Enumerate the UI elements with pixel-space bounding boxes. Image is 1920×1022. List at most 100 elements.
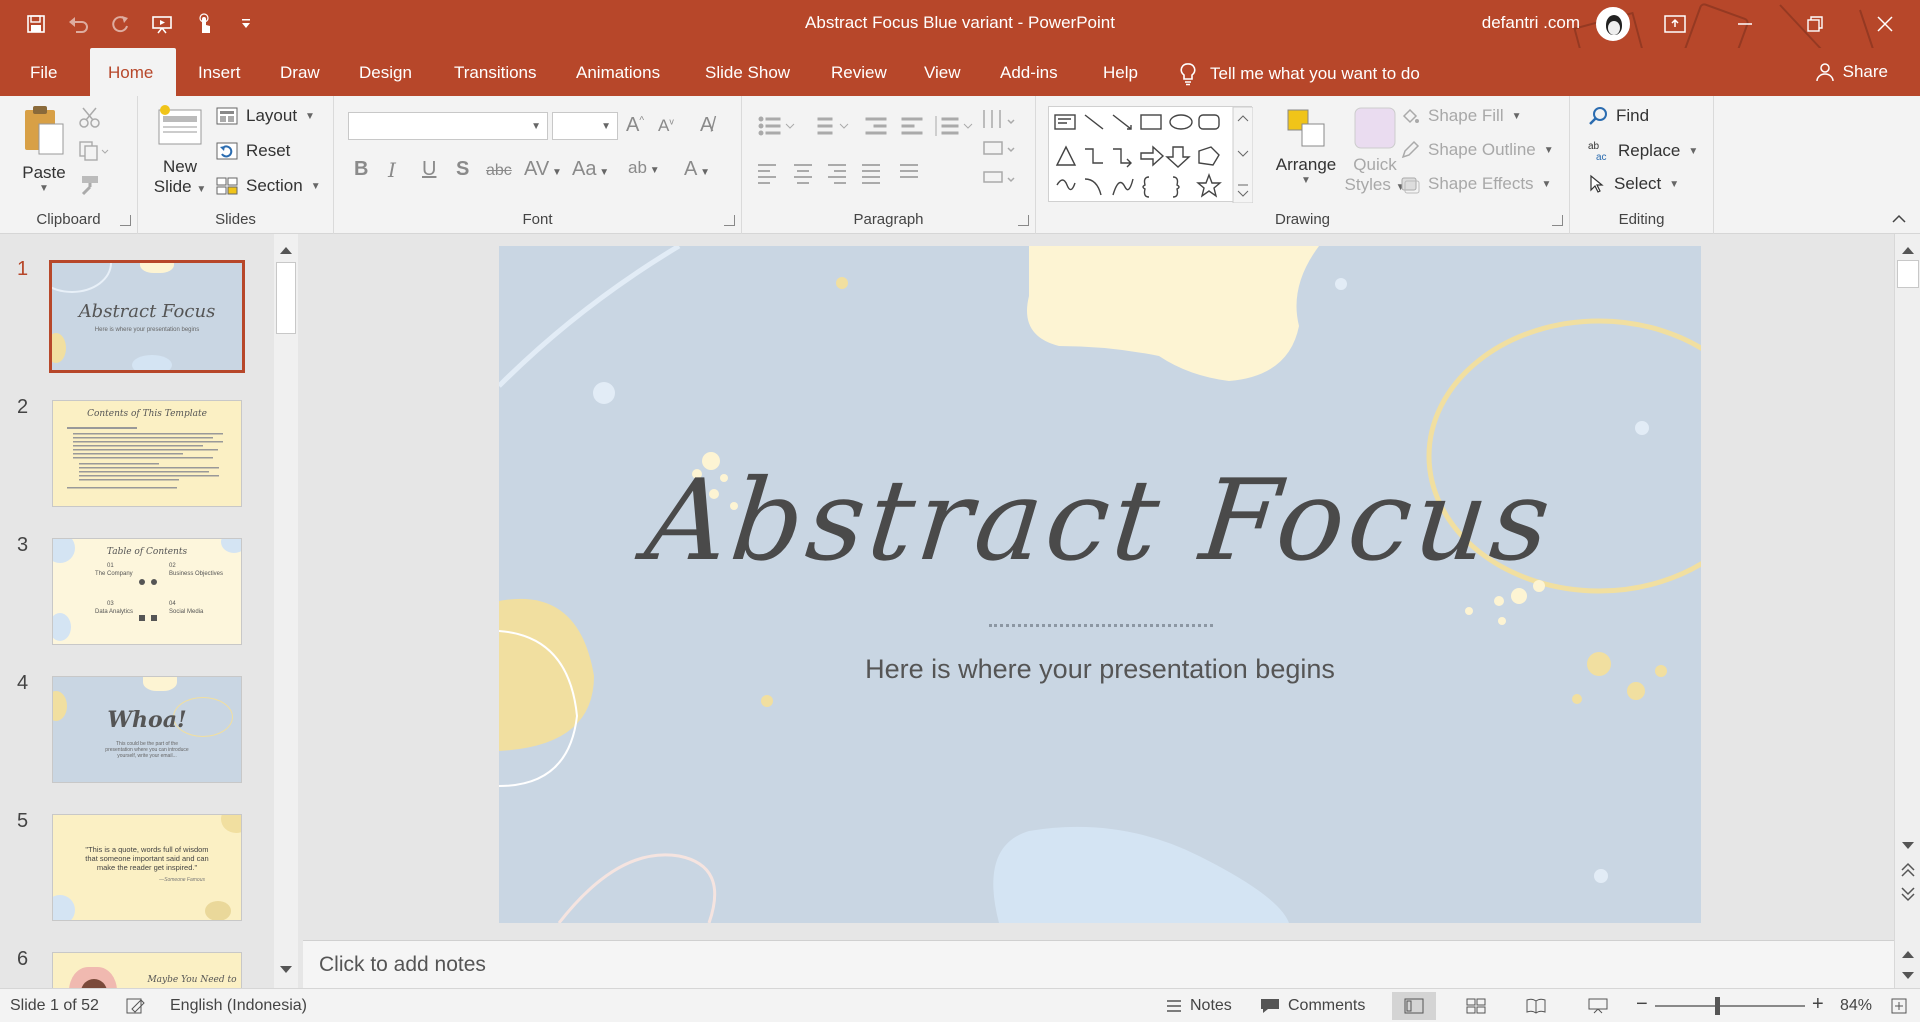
zoom-out-icon[interactable]: − [1636, 993, 1648, 1016]
font-name-combo[interactable]: ▼ [348, 112, 548, 140]
slide-thumbnail-4[interactable]: Whoa! This could be the part of the pres… [52, 676, 242, 783]
language-indicator[interactable]: English (Indonesia) [170, 997, 307, 1015]
account-name[interactable]: defantri .com [1482, 13, 1580, 33]
arrange-button[interactable]: Arrange ▼ [1270, 106, 1342, 186]
select-button[interactable]: Select ▼ [1588, 174, 1679, 194]
previous-slide-icon[interactable] [1901, 862, 1915, 883]
notes-placeholder[interactable]: Click to add notes [319, 953, 486, 977]
next-slide-icon[interactable] [1901, 886, 1915, 907]
slide-thumbnail-1[interactable]: Abstract Focus Here is where your presen… [49, 260, 245, 373]
section-label: Section [246, 176, 303, 195]
copy-icon[interactable] [78, 140, 110, 167]
toc-num: 02 [169, 563, 176, 569]
tell-me-search[interactable]: Tell me what you want to do [1180, 62, 1420, 86]
tab-file[interactable]: File [12, 48, 75, 96]
drawing-launcher-icon[interactable] [1552, 215, 1563, 226]
scroll-thumb[interactable] [1897, 260, 1919, 288]
italic-icon[interactable]: I [388, 158, 396, 182]
close-icon[interactable] [1850, 0, 1920, 48]
reading-view-icon[interactable] [1514, 992, 1558, 1020]
bold-icon[interactable]: B [354, 158, 368, 181]
share-button[interactable]: Share [1815, 62, 1888, 82]
normal-view-icon[interactable] [1392, 992, 1436, 1020]
shapes-gallery[interactable] [1048, 106, 1253, 203]
increase-font-size-icon[interactable]: A^ [626, 114, 644, 137]
font-size-combo[interactable]: ▼ [552, 112, 618, 140]
font-color-icon[interactable]: A ▼ [684, 158, 710, 181]
section-button[interactable]: Section ▼ [216, 176, 321, 196]
paste-button[interactable]: Paste ▼ [16, 102, 72, 194]
decrease-font-size-icon[interactable]: Av [658, 116, 674, 136]
tab-home[interactable]: Home [90, 48, 176, 96]
ribbon-display-options-icon[interactable] [1640, 0, 1710, 48]
font-launcher-icon[interactable] [724, 215, 735, 226]
alignment-icons[interactable] [756, 162, 956, 186]
highlight-icon[interactable]: ab ▼ [628, 158, 660, 178]
replace-button[interactable]: ab ac Replace ▼ [1588, 140, 1698, 162]
clear-formatting-icon[interactable]: A̸ [700, 114, 713, 137]
paragraph-launcher-icon[interactable] [1018, 215, 1029, 226]
tab-draw[interactable]: Draw [262, 48, 338, 96]
format-painter-icon[interactable] [78, 174, 102, 201]
tab-design[interactable]: Design [341, 48, 430, 96]
change-case-icon[interactable]: Aa ▼ [572, 158, 609, 181]
tab-review[interactable]: Review [813, 48, 905, 96]
slide-thumbnail-2[interactable]: Contents of This Template [52, 400, 242, 507]
zoom-slider-thumb[interactable] [1715, 997, 1720, 1015]
tab-view[interactable]: View [906, 48, 979, 96]
slide-show-view-icon[interactable] [1576, 992, 1620, 1020]
underline-icon[interactable]: U [422, 158, 436, 181]
slide-title[interactable]: Abstract Focus [499, 456, 1701, 586]
scroll-up-icon[interactable] [1901, 242, 1915, 260]
scroll-thumb[interactable] [276, 262, 296, 334]
shape-fill-button[interactable]: Shape Fill ▼ [1400, 106, 1522, 126]
collapse-ribbon-icon[interactable] [1892, 211, 1906, 229]
character-spacing-icon[interactable]: AV ▼ [524, 158, 562, 181]
shape-effects-button[interactable]: Shape Effects ▼ [1400, 174, 1551, 194]
zoom-level[interactable]: 84% [1840, 997, 1872, 1015]
tab-transitions[interactable]: Transitions [436, 48, 555, 96]
paragraph-group: Paragraph [742, 96, 1036, 234]
zoom-in-icon[interactable]: + [1812, 993, 1824, 1016]
fit-slide-icon[interactable] [1890, 997, 1908, 1015]
clipboard-launcher-icon[interactable] [120, 215, 131, 226]
tab-help[interactable]: Help [1085, 48, 1156, 96]
slide-scrollbar[interactable] [1894, 234, 1920, 988]
layout-label: Layout [246, 106, 298, 125]
notes-scroll-up-icon[interactable] [1901, 946, 1915, 964]
cut-icon[interactable] [78, 106, 102, 133]
layout-button[interactable]: Layout ▼ [216, 106, 315, 126]
shadow-text-icon[interactable]: S [456, 158, 469, 181]
notes-pane[interactable]: Click to add notes [303, 940, 1894, 988]
reset-button[interactable]: Reset [216, 141, 290, 161]
slide-thumbnail-3[interactable]: Table of Contents 01 The Company 02 Busi… [52, 538, 242, 645]
tab-animations[interactable]: Animations [558, 48, 678, 96]
minimize-icon[interactable] [1710, 0, 1780, 48]
comments-button[interactable]: Comments [1260, 997, 1365, 1015]
text-direction-icons[interactable] [978, 106, 1018, 196]
slide-sorter-view-icon[interactable] [1454, 992, 1498, 1020]
scroll-down-icon[interactable] [1901, 838, 1915, 856]
scroll-down-icon[interactable] [279, 962, 293, 980]
strikethrough-icon[interactable]: abc [486, 162, 512, 180]
shape-outline-button[interactable]: Shape Outline ▼ [1400, 140, 1554, 160]
avatar[interactable] [1596, 7, 1630, 41]
thumbnail-scrollbar[interactable] [274, 234, 298, 988]
tab-add-ins[interactable]: Add-ins [982, 48, 1076, 96]
slide-thumbnail-6[interactable]: Maybe You Need to [52, 952, 242, 988]
paste-dropdown-icon[interactable]: ▼ [16, 183, 72, 194]
ribbon-tabs: File Home Insert Draw Design Transitions… [0, 48, 1920, 96]
slide-canvas[interactable]: Abstract Focus Here is where your presen… [499, 246, 1701, 923]
new-slide-button[interactable]: New Slide ▼ [152, 102, 208, 197]
slide-subtitle[interactable]: Here is where your presentation begins [499, 654, 1701, 685]
tab-slide-show[interactable]: Slide Show [687, 48, 808, 96]
notes-scroll-down-icon[interactable] [1901, 968, 1915, 986]
zoom-slider[interactable] [1655, 1005, 1805, 1007]
notes-button[interactable]: Notes [1166, 997, 1232, 1015]
tab-insert[interactable]: Insert [180, 48, 259, 96]
spelling-check-icon[interactable] [126, 997, 146, 1015]
scroll-up-icon[interactable] [279, 242, 293, 260]
slide-thumbnail-5[interactable]: "This is a quote, words full of wisdom t… [52, 814, 242, 921]
restore-icon[interactable] [1780, 0, 1850, 48]
find-button[interactable]: Find [1588, 106, 1649, 126]
